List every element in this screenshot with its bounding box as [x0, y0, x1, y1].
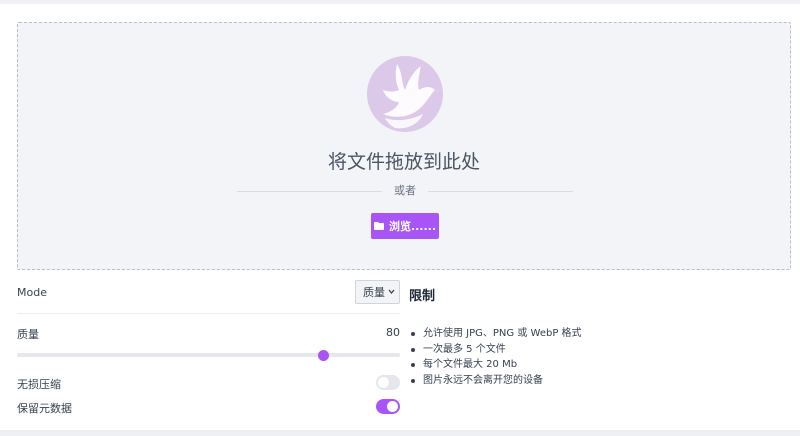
divider-line-left — [237, 191, 382, 192]
bird-logo-icon — [367, 56, 443, 132]
mode-selected-value: 质量 — [363, 286, 385, 299]
keep-metadata-row: 保留元数据 — [17, 396, 400, 420]
limits-title: 限制 — [409, 289, 436, 304]
file-dropzone[interactable]: 将文件拖放到此处 或者 浏览...... — [17, 22, 791, 270]
list-item: 图片永远不会离开您的设备 — [409, 373, 789, 389]
slider-fill — [17, 353, 324, 357]
chevron-down-icon — [388, 288, 395, 295]
toggle-knob — [387, 401, 398, 412]
or-divider: 或者 — [237, 183, 573, 199]
quality-label: 质量 — [17, 328, 39, 341]
list-item: 每个文件最大 20 Mb — [409, 357, 789, 373]
limits-panel: 限制 允许使用 JPG、PNG 或 WebP 格式 一次最多 5 个文件 每个文… — [409, 285, 789, 388]
quality-value: 80 — [386, 326, 400, 339]
lossless-label: 无损压缩 — [17, 378, 61, 391]
keep-metadata-label: 保留元数据 — [17, 402, 72, 415]
browse-label: 浏览...... — [388, 220, 437, 233]
list-item: 一次最多 5 个文件 — [409, 342, 789, 358]
divider-line-right — [428, 191, 573, 192]
slider-thumb[interactable] — [318, 350, 330, 361]
list-item: 允许使用 JPG、PNG 或 WebP 格式 — [409, 326, 789, 342]
browse-button[interactable]: 浏览...... — [371, 213, 439, 239]
lossless-toggle[interactable] — [376, 375, 400, 390]
dropzone-title: 将文件拖放到此处 — [327, 151, 480, 173]
settings-panel: Mode 质量 质量 80 无损压缩 保留元数据 — [17, 278, 400, 420]
mode-select[interactable]: 质量 — [355, 280, 400, 304]
lossless-row: 无损压缩 — [17, 372, 400, 396]
quality-slider[interactable] — [17, 350, 400, 361]
bottom-bar — [0, 430, 800, 436]
mode-row: Mode 质量 — [17, 278, 400, 314]
quality-row: 质量 80 — [17, 326, 400, 361]
or-text: 或者 — [394, 184, 416, 197]
toggle-knob — [378, 377, 389, 388]
keep-metadata-toggle[interactable] — [376, 399, 400, 414]
folder-icon — [373, 222, 384, 230]
mode-label: Mode — [17, 286, 47, 299]
limits-list: 允许使用 JPG、PNG 或 WebP 格式 一次最多 5 个文件 每个文件最大… — [409, 326, 789, 388]
top-bar — [0, 0, 800, 4]
